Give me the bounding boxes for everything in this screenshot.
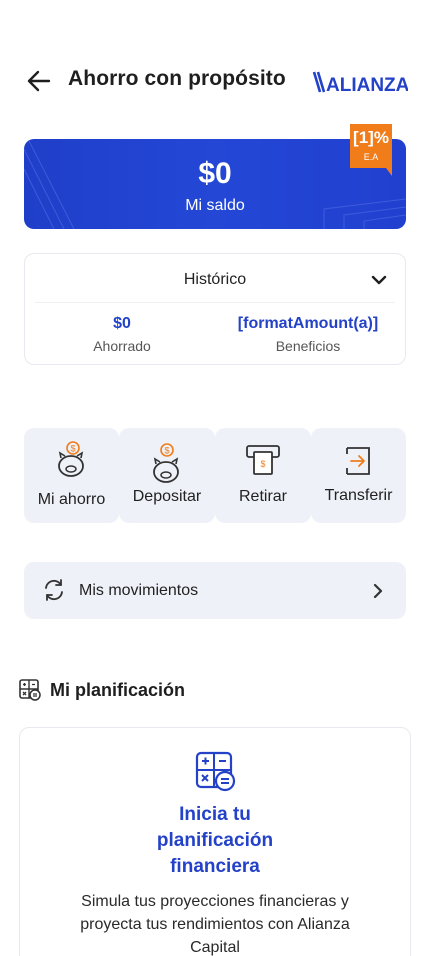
action-retirar[interactable]: $ Retirar [215, 428, 311, 523]
history-card[interactable]: Histórico $0 Ahorrado [formatAmount(a)] … [24, 253, 406, 365]
atm-withdraw-icon: $ [215, 444, 311, 483]
description-line: Simula tus proyecciones financieras y [81, 893, 349, 910]
heading-line: financiera [170, 856, 260, 877]
piggy-bank-coin-icon: $ [24, 440, 119, 485]
chevron-right-icon [373, 583, 383, 599]
action-label: Mi ahorro [37, 491, 106, 508]
description-line: Capital [190, 939, 240, 956]
planning-title: Mi planificación [50, 680, 186, 700]
svg-text:$: $ [70, 444, 75, 454]
planning-description: Simula tus proyecciones financieras y pr… [60, 890, 370, 956]
top-bar: Ahorro con propósito ALIANZA [0, 58, 430, 104]
back-arrow-icon[interactable] [24, 68, 54, 94]
benefits-summary: [formatAmount(a)] Beneficios [213, 315, 403, 354]
description-line: proyecta tus rendimientos con Alianza [80, 916, 350, 933]
action-transferir[interactable]: Transferir [311, 428, 406, 523]
rate-unit: E.A [363, 152, 379, 162]
planning-heading: Inicia tu planificación financiera [20, 802, 410, 880]
logo-text: ALIANZA [326, 75, 408, 94]
benefits-value: [formatAmount(a)] [237, 315, 379, 332]
chevron-down-icon[interactable] [369, 270, 389, 290]
saved-value: $0 [113, 315, 131, 332]
heading-line: Inicia tu [179, 804, 251, 825]
benefits-label: Beneficios [275, 338, 341, 354]
action-label: Retirar [238, 488, 287, 505]
heading-line: planificación [156, 830, 274, 851]
refresh-icon [45, 579, 63, 601]
piggy-bank-deposit-icon: $ [119, 442, 215, 491]
movements-button[interactable]: Mis movimientos [24, 562, 406, 619]
divider [35, 302, 395, 303]
transfer-arrow-icon [311, 444, 406, 483]
balance-amount: $0 [198, 157, 232, 190]
movements-label: Mis movimientos [79, 582, 199, 599]
balance-label: Mi saldo [185, 197, 245, 214]
balance-card: $0 Mi saldo [24, 139, 406, 229]
svg-text:$: $ [164, 446, 169, 456]
planning-card[interactable]: Inicia tu planificación financiera Simul… [19, 727, 411, 956]
alianza-logo: ALIANZA [312, 70, 410, 96]
action-label: Transferir [324, 487, 393, 504]
page-title: Ahorro con propósito [68, 67, 286, 90]
saved-summary: $0 Ahorrado [27, 315, 217, 354]
interest-rate-badge: [1]% E.A [350, 124, 392, 176]
calculator-icon [195, 751, 236, 792]
history-title: Histórico [183, 271, 247, 288]
action-label: Depositar [132, 488, 202, 505]
action-mi-ahorro[interactable]: $ Mi ahorro [24, 428, 119, 523]
rate-value: [1]% [353, 128, 389, 147]
action-depositar[interactable]: $ Depositar [119, 428, 215, 523]
saved-label: Ahorrado [93, 338, 151, 354]
calculator-icon [19, 679, 41, 701]
svg-text:$: $ [260, 459, 265, 469]
